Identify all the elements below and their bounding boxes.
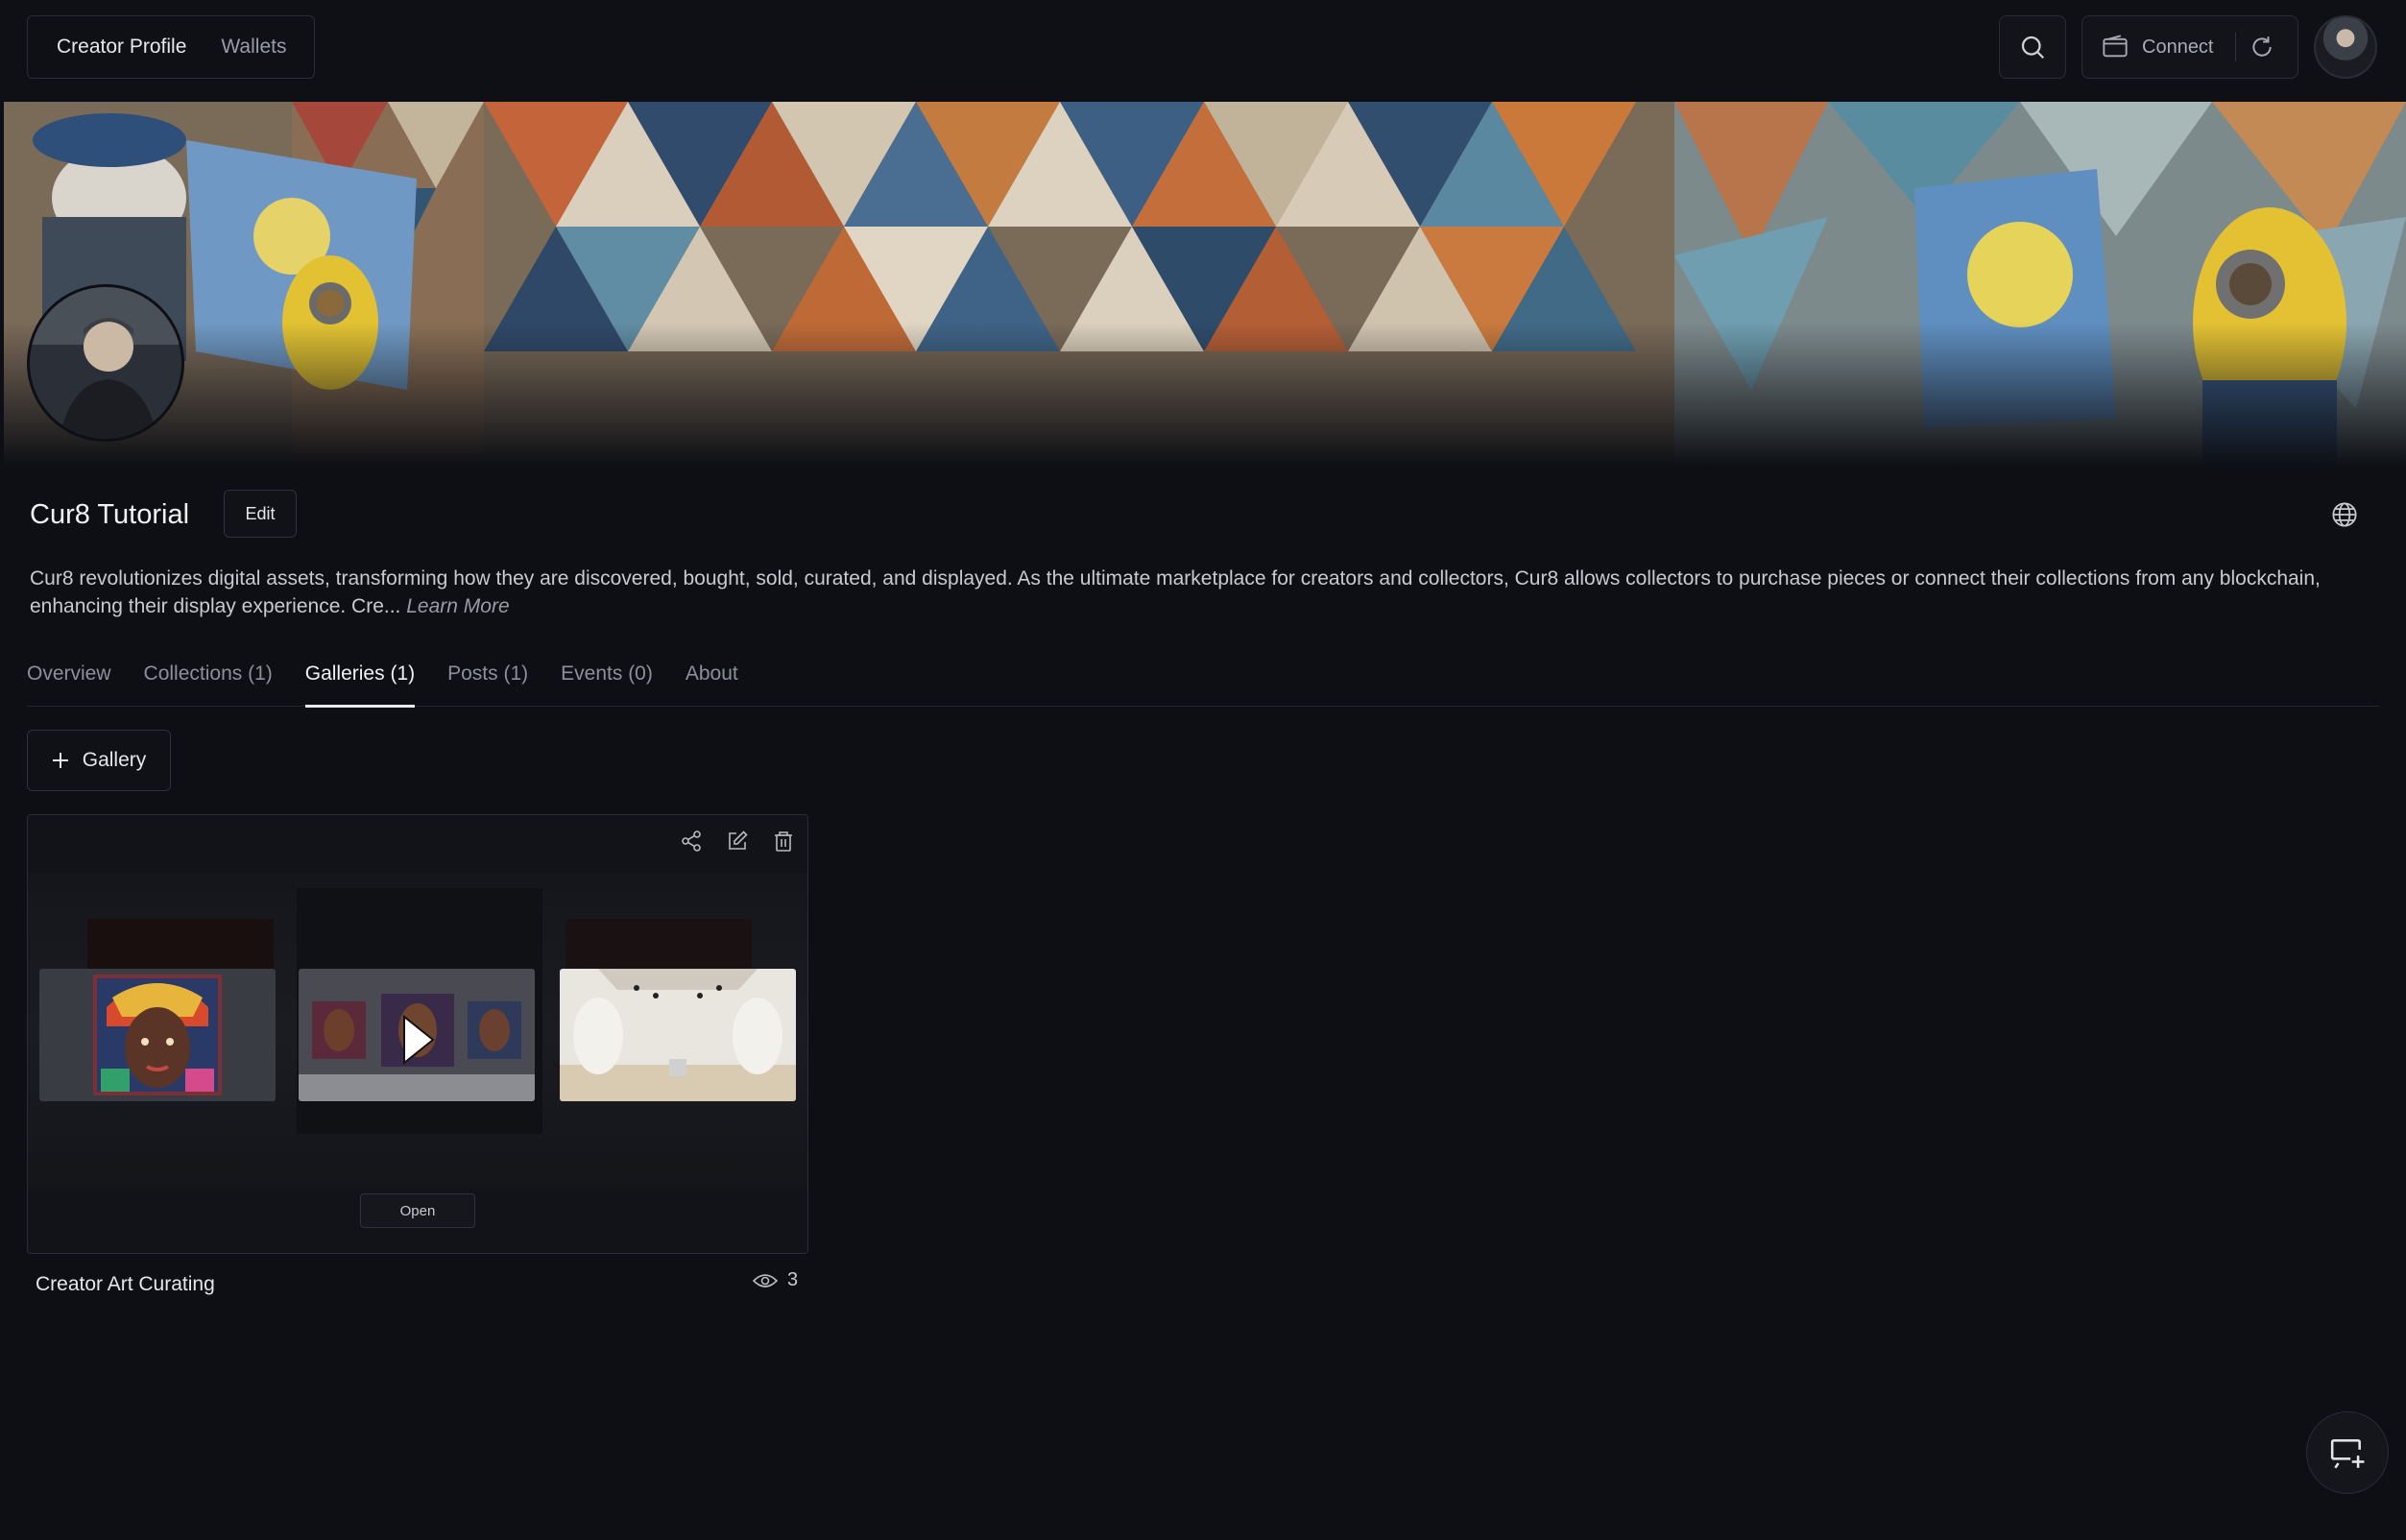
open-gallery-button[interactable]: Open — [360, 1193, 475, 1228]
search-button[interactable] — [1999, 15, 2066, 79]
edit-gallery-button[interactable] — [723, 827, 752, 855]
edit-profile-button[interactable]: Edit — [224, 490, 297, 538]
learn-more-link[interactable]: Learn More — [406, 595, 509, 617]
gallery-thumb-room-dark[interactable] — [299, 969, 535, 1101]
delete-gallery-button[interactable] — [769, 827, 798, 855]
gallery-thumb-room-white[interactable] — [560, 969, 796, 1101]
connect-button[interactable]: Connect — [2142, 36, 2214, 59]
top-actions: Connect — [1999, 15, 2377, 79]
plus-icon — [52, 753, 68, 768]
trash-icon — [775, 831, 792, 852]
tab-galleries[interactable]: Galleries (1) — [304, 662, 416, 708]
globe-icon[interactable] — [2331, 501, 2358, 528]
add-gallery-label: Gallery — [82, 749, 147, 771]
nav-creator-profile[interactable]: Creator Profile — [57, 36, 186, 59]
gallery-card[interactable]: Open — [27, 814, 808, 1254]
profile-avatar[interactable] — [27, 284, 184, 442]
search-icon — [2021, 36, 2045, 60]
tab-overview[interactable]: Overview — [27, 662, 111, 707]
edit-icon — [729, 830, 748, 850]
gallery-title[interactable]: Creator Art Curating — [36, 1273, 215, 1296]
cast-icon — [2330, 1439, 2365, 1469]
profile-tabs: Overview Collections (1) Galleries (1) P… — [27, 662, 2379, 708]
portrait-artwork — [39, 969, 276, 1101]
dark-room-artwork — [299, 969, 535, 1101]
user-avatar[interactable] — [2314, 15, 2377, 79]
wallet-icon — [2103, 35, 2128, 58]
nav-wallets[interactable]: Wallets — [221, 36, 286, 59]
profile-photo — [30, 287, 181, 439]
divider — [2234, 33, 2236, 61]
eye-icon — [753, 1273, 778, 1287]
view-count: 3 — [787, 1269, 799, 1290]
gallery-card-actions — [677, 827, 798, 855]
tab-collections[interactable]: Collections (1) — [144, 662, 273, 707]
tab-events[interactable]: Events (0) — [561, 662, 653, 707]
tab-about[interactable]: About — [686, 662, 738, 707]
bio-text: Cur8 revolutionizes digital assets, tran… — [30, 567, 2321, 617]
gallery-views: 3 — [753, 1269, 798, 1291]
profile-bio: Cur8 revolutionizes digital assets, tran… — [30, 565, 2363, 620]
white-room-artwork — [560, 969, 796, 1101]
cast-button[interactable] — [2306, 1411, 2389, 1494]
left-frame-back — [87, 919, 274, 976]
share-icon — [682, 830, 701, 852]
gallery-thumb-portrait[interactable] — [39, 969, 276, 1101]
right-frame-back — [565, 919, 752, 976]
profile-name: Cur8 Tutorial — [30, 499, 190, 530]
add-gallery-button[interactable]: Gallery — [27, 730, 171, 791]
top-bar: Creator Profile Wallets Connect — [0, 0, 2406, 100]
banner-fade — [4, 323, 2406, 467]
refresh-icon[interactable] — [2250, 35, 2274, 60]
profile-banner — [4, 102, 2406, 467]
tab-posts[interactable]: Posts (1) — [447, 662, 528, 707]
share-button[interactable] — [677, 827, 706, 855]
connect-group: Connect — [2081, 15, 2298, 79]
top-nav: Creator Profile Wallets — [27, 15, 315, 79]
